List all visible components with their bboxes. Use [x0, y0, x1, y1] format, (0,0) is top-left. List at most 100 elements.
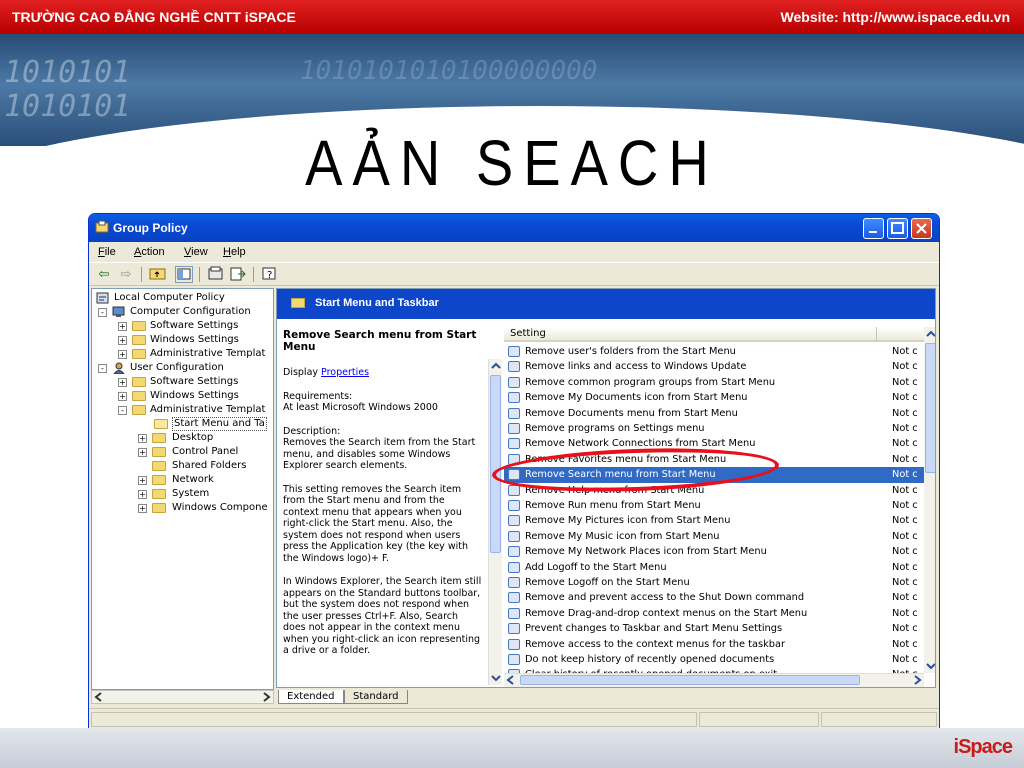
list-item[interactable]: Add Logoff to the Start Menu Not c [504, 560, 924, 575]
expand-toggle[interactable]: + [118, 378, 127, 387]
setting-state: Not c [892, 453, 918, 465]
policy-setting-icon [508, 607, 520, 619]
menu-view[interactable]: View [184, 246, 208, 258]
policy-setting-icon [508, 592, 520, 604]
close-button[interactable] [911, 218, 932, 239]
scroll-left-icon[interactable] [504, 674, 518, 687]
scroll-thumb[interactable] [520, 675, 860, 685]
list-item[interactable]: Remove My Documents icon from Start Menu… [504, 390, 924, 405]
list-header: Setting [504, 327, 924, 342]
column-header-setting[interactable]: Setting [510, 328, 546, 339]
tab-extended[interactable]: Extended [278, 690, 344, 704]
tree-node-label: Windows Settings [150, 390, 239, 401]
list-vertical-scrollbar[interactable] [924, 327, 936, 673]
window-title: Group Policy [113, 221, 188, 235]
expand-toggle[interactable]: + [138, 448, 147, 457]
list-horizontal-scrollbar[interactable] [504, 673, 924, 687]
scroll-up-icon[interactable] [489, 359, 503, 373]
title-bar[interactable]: Group Policy [89, 214, 939, 242]
properties-link[interactable]: Properties [321, 367, 369, 378]
list-item[interactable]: Remove and prevent access to the Shut Do… [504, 590, 924, 605]
scroll-right-icon[interactable] [910, 674, 924, 687]
help-icon[interactable]: ? [261, 266, 279, 283]
setting-description: Remove Search menu from Start Menu Displ… [283, 329, 483, 669]
show-hide-tree-icon[interactable] [175, 266, 193, 283]
display-properties-line: Display Properties [283, 367, 483, 379]
setting-state: Not c [892, 530, 918, 542]
setting-state: Not c [892, 376, 918, 388]
policy-setting-icon [508, 530, 520, 542]
tree-horizontal-scrollbar[interactable] [91, 690, 274, 704]
properties-icon[interactable] [207, 266, 225, 283]
list-item[interactable]: Remove My Music icon from Start Menu Not … [504, 529, 924, 544]
up-folder-icon[interactable] [149, 266, 167, 283]
expand-toggle[interactable]: + [138, 434, 147, 443]
column-divider[interactable] [876, 327, 877, 341]
policy-setting-icon [508, 577, 520, 588]
list-item[interactable]: Remove programs on Settings menu Not c [504, 421, 924, 436]
expand-toggle[interactable]: + [138, 490, 147, 499]
setting-state: Not c [892, 469, 918, 481]
view-tabs: Extended Standard [276, 690, 936, 706]
school-name: TRƯỜNG CAO ĐẲNG NGHỀ CNTT iSPACE [12, 9, 296, 25]
list-item[interactable]: Remove common program groups from Start … [504, 375, 924, 390]
scroll-thumb[interactable] [925, 343, 935, 473]
list-item[interactable]: Prevent changes to Taskbar and Start Men… [504, 621, 924, 636]
settings-list: Setting Remove user's folders from the S… [504, 327, 936, 687]
list-item[interactable]: Remove Run menu from Start Menu Not c [504, 498, 924, 513]
tab-standard[interactable]: Standard [344, 690, 408, 704]
expand-toggle[interactable]: + [118, 336, 127, 345]
expand-toggle[interactable]: + [138, 504, 147, 513]
expand-toggle[interactable]: + [138, 476, 147, 485]
minimize-button[interactable] [863, 218, 884, 239]
website-url: Website: http://www.ispace.edu.vn [780, 9, 1010, 25]
display-prefix: Display [283, 367, 322, 378]
folder-icon [152, 461, 166, 471]
slide-title-text: AẢN SEACH [305, 126, 719, 199]
description-paragraph: In Windows Explorer, the Search item sti… [283, 576, 482, 656]
expand-toggle[interactable]: + [118, 392, 127, 401]
list-item[interactable]: Remove user's folders from the Start Men… [504, 344, 924, 359]
forward-arrow-icon[interactable]: ⇨ [117, 266, 135, 283]
menu-action[interactable]: Action [134, 246, 165, 258]
list-item[interactable]: Remove access to the context menus for t… [504, 637, 924, 652]
scroll-down-icon[interactable] [489, 671, 503, 685]
list-item[interactable]: Remove My Network Places icon from Start… [504, 544, 924, 559]
tree-node-label: Start Menu and Ta [172, 417, 267, 431]
menu-help[interactable]: Help [223, 246, 246, 258]
toolbar-separator [141, 267, 142, 282]
policy-setting-icon [508, 638, 520, 650]
tree-node-label: Computer Configuration [130, 306, 251, 317]
folder-icon [132, 405, 146, 415]
setting-state: Not c [892, 546, 918, 558]
policy-setting-icon [508, 546, 520, 558]
scroll-thumb[interactable] [490, 375, 501, 553]
list-item[interactable]: Remove Documents menu from Start Menu Not… [504, 406, 924, 421]
scroll-down-icon[interactable] [924, 659, 936, 673]
tree-node-start-menu[interactable]: Start Menu and Ta [154, 417, 272, 431]
scroll-right-icon[interactable] [259, 691, 273, 703]
scroll-left-icon[interactable] [92, 691, 106, 703]
setting-state: Not c [892, 515, 918, 527]
folder-icon [291, 298, 305, 308]
collapse-toggle[interactable]: - [98, 308, 107, 317]
list-item[interactable]: Remove Logoff on the Start Menu Not c [504, 575, 924, 590]
maximize-button[interactable] [887, 218, 908, 239]
list-item[interactable]: Remove Drag-and-drop context menus on th… [504, 606, 924, 621]
back-arrow-icon[interactable]: ⇦ [95, 266, 113, 283]
export-list-icon[interactable] [229, 266, 247, 283]
collapse-toggle[interactable]: - [98, 364, 107, 373]
status-pane [699, 712, 819, 727]
collapse-toggle[interactable]: - [118, 406, 127, 415]
expand-toggle[interactable]: + [118, 350, 127, 359]
group-policy-icon [95, 220, 109, 233]
description-scrollbar[interactable] [488, 359, 502, 685]
expand-toggle[interactable]: + [118, 322, 127, 331]
menu-file[interactable]: File [98, 246, 116, 258]
list-item[interactable]: Remove links and access to Windows Updat… [504, 359, 924, 374]
scroll-up-icon[interactable] [924, 327, 936, 341]
setting-state: Not c [892, 346, 918, 357]
list-item[interactable]: Remove My Pictures icon from Start Menu N… [504, 513, 924, 528]
list-item[interactable]: Do not keep history of recently opened d… [504, 652, 924, 667]
folder-icon [132, 321, 146, 331]
